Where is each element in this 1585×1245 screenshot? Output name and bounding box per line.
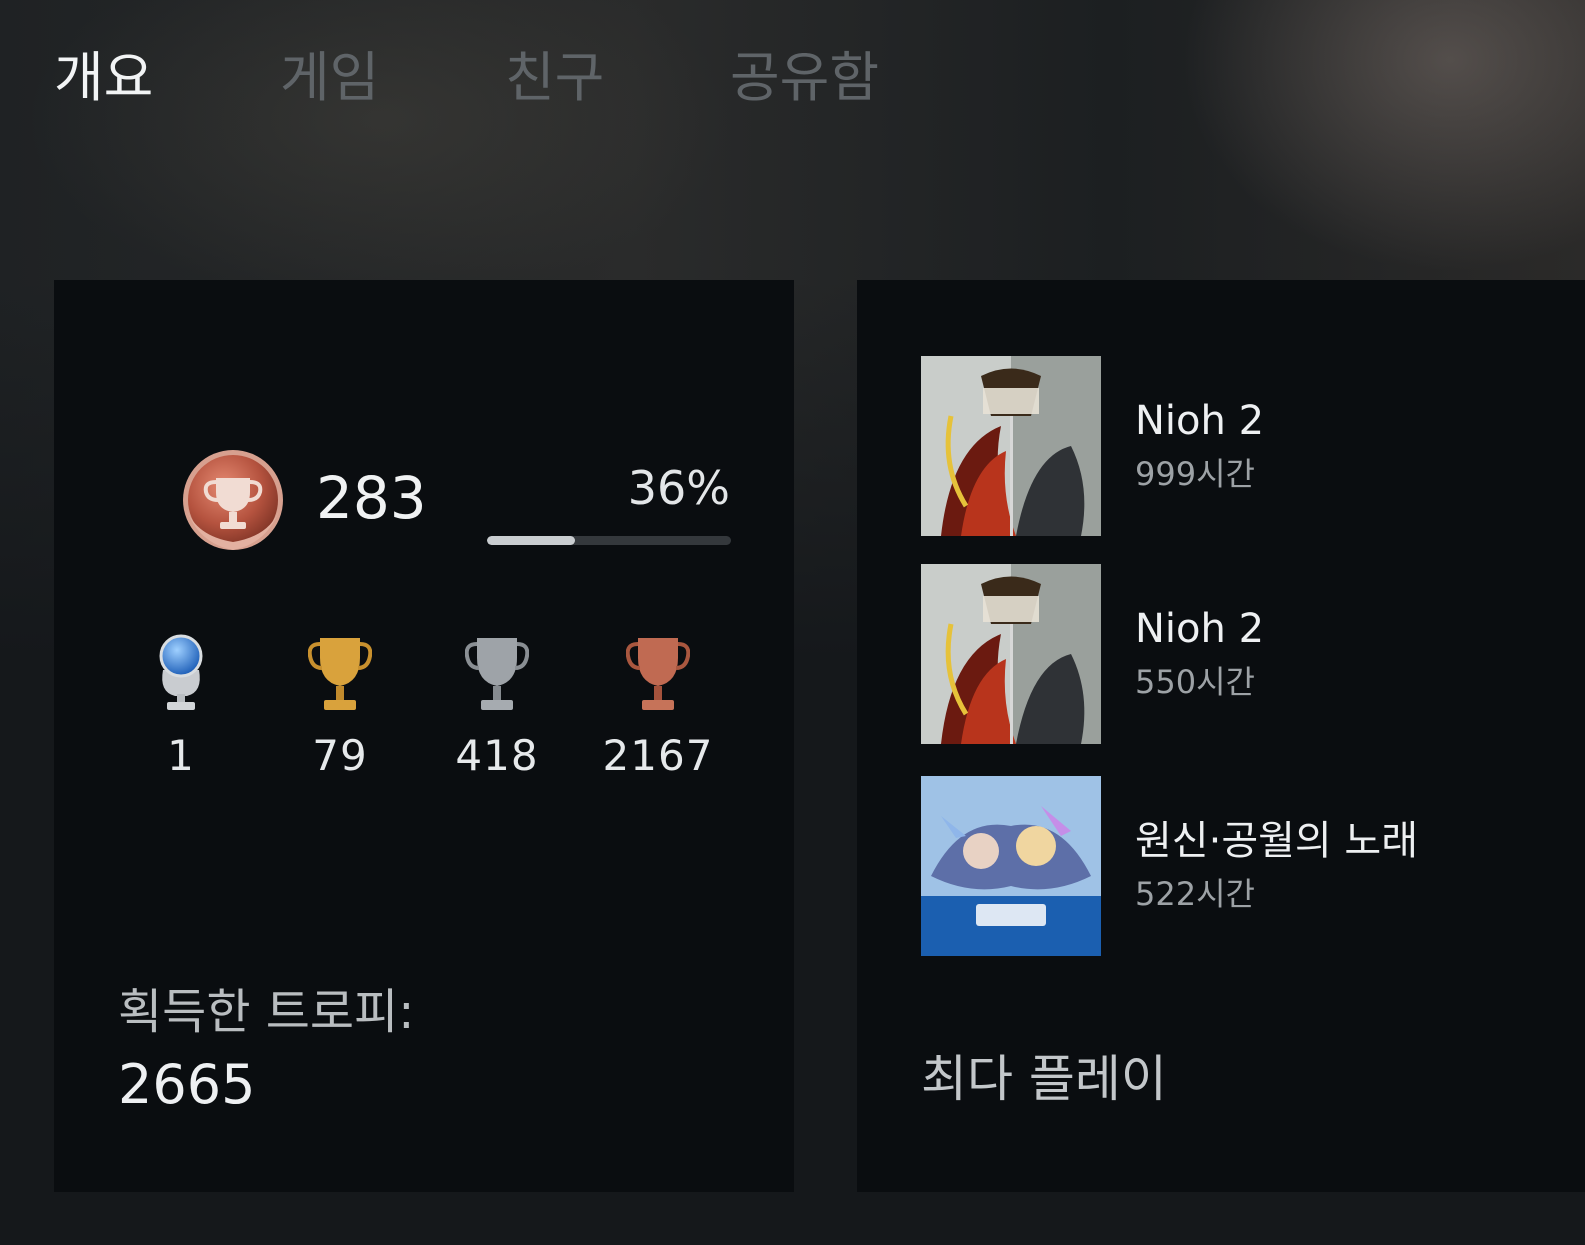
most-played-game-2[interactable]: Nioh 2 550시간	[921, 564, 1581, 746]
trophy-count-gold: 79	[270, 632, 410, 782]
game-title: Nioh 2	[1135, 606, 1265, 652]
trophy-count-bronze: 2167	[588, 632, 728, 782]
platinum-count: 1	[167, 731, 195, 780]
most-played-game-3[interactable]: 원신·공월의 노래 522시간	[921, 776, 1581, 958]
trophy-count-platinum: 1	[111, 632, 251, 782]
earned-trophies-label: 획득한 트로피:	[118, 984, 415, 1040]
level-progress-fill	[487, 536, 575, 545]
trophy-level: 283	[316, 464, 427, 532]
most-played-game-1[interactable]: Nioh 2 999시간	[921, 356, 1581, 538]
gold-trophy-icon	[308, 638, 372, 710]
level-progress-text: 36%	[627, 461, 730, 515]
game-playtime: 550시간	[1135, 663, 1255, 701]
trophy-panel[interactable]: 283 36% 1 79 418 2167 획득한 트로피: 2665	[54, 280, 794, 1192]
earned-trophies-total: 2665	[118, 1053, 256, 1116]
silver-trophy-icon	[465, 638, 529, 710]
nioh2-cover	[921, 564, 1101, 744]
silver-count: 418	[455, 731, 539, 780]
game-title: 원신·공월의 노래	[1135, 818, 1419, 864]
genshin-cover	[921, 776, 1101, 956]
platinum-trophy-icon	[159, 634, 203, 710]
level-progress-bar	[487, 536, 731, 545]
nioh2-cover	[921, 356, 1101, 536]
most-played-panel[interactable]: Nioh 2 999시간 Nioh 2 550시간 원신·공월의 노래 522시…	[857, 280, 1585, 1192]
tab-friends[interactable]: 친구	[505, 40, 604, 116]
tab-overview[interactable]: 개요	[54, 40, 153, 116]
tab-shared[interactable]: 공유함	[730, 40, 879, 116]
trophy-count-silver: 418	[427, 632, 567, 782]
profile-tabs: 개요 게임 친구 공유함	[0, 0, 1585, 160]
most-played-title: 최다 플레이	[921, 1050, 1167, 1108]
bronze-count: 2167	[602, 731, 714, 780]
game-playtime: 999시간	[1135, 455, 1255, 493]
game-title: Nioh 2	[1135, 398, 1265, 444]
bronze-trophy-icon	[626, 638, 690, 710]
game-playtime: 522시간	[1135, 875, 1255, 913]
tab-games[interactable]: 게임	[280, 40, 379, 116]
gold-count: 79	[312, 731, 368, 780]
bronze-level-trophy-icon	[178, 448, 288, 558]
